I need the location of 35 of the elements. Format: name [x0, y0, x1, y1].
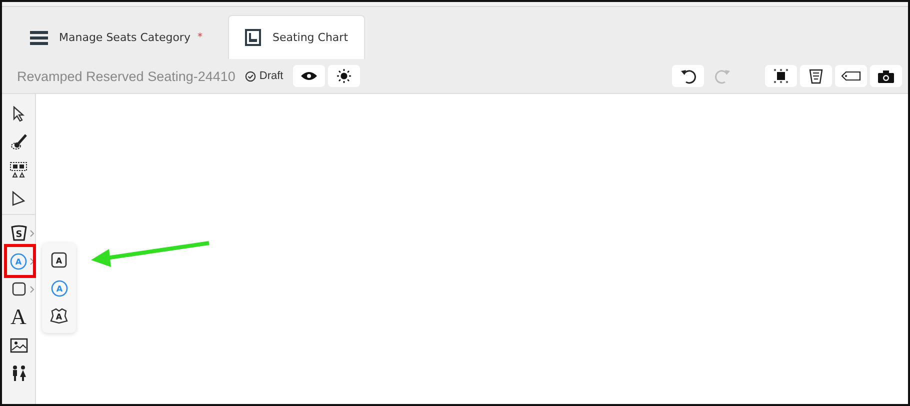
square-icon	[12, 282, 26, 296]
section-tool[interactable]: S	[2, 219, 35, 247]
undo-button[interactable]	[672, 65, 704, 87]
circle-label-icon: A	[10, 252, 27, 270]
sun-button[interactable]	[328, 65, 360, 87]
tab[interactable]: Manage Seats Category *	[14, 16, 218, 59]
eye-icon	[301, 71, 318, 81]
check-circle-icon	[245, 70, 256, 82]
cursor-icon	[12, 106, 24, 122]
select-all-icon	[773, 68, 789, 84]
chart-icon	[245, 29, 262, 46]
seats-icon	[10, 162, 27, 178]
section-icon: S	[10, 225, 26, 241]
trash-icon	[809, 68, 823, 84]
people-icon	[10, 365, 26, 381]
chart-title: Revamped Reserved Seating-24410	[17, 68, 236, 84]
sun-icon	[337, 69, 352, 83]
text-tool[interactable]: A	[2, 303, 35, 331]
unsaved-mark: *	[197, 32, 202, 43]
tab[interactable]: Seating Chart	[228, 15, 366, 59]
arrow-icon	[12, 190, 25, 206]
tag-button[interactable]	[835, 65, 867, 87]
camera-button[interactable]	[870, 65, 902, 87]
status-label: Draft	[259, 70, 284, 82]
undo-icon	[680, 68, 696, 84]
delete-button[interactable]	[800, 65, 832, 87]
select-all-button[interactable]	[765, 65, 797, 87]
redo-icon	[715, 68, 731, 84]
menu-icon	[30, 30, 48, 46]
camera-icon	[878, 70, 894, 82]
eye-button[interactable]	[293, 65, 326, 87]
tag-icon	[841, 71, 861, 81]
text-icon: A	[10, 306, 26, 328]
brush-icon	[10, 134, 26, 150]
image-icon	[10, 338, 28, 352]
